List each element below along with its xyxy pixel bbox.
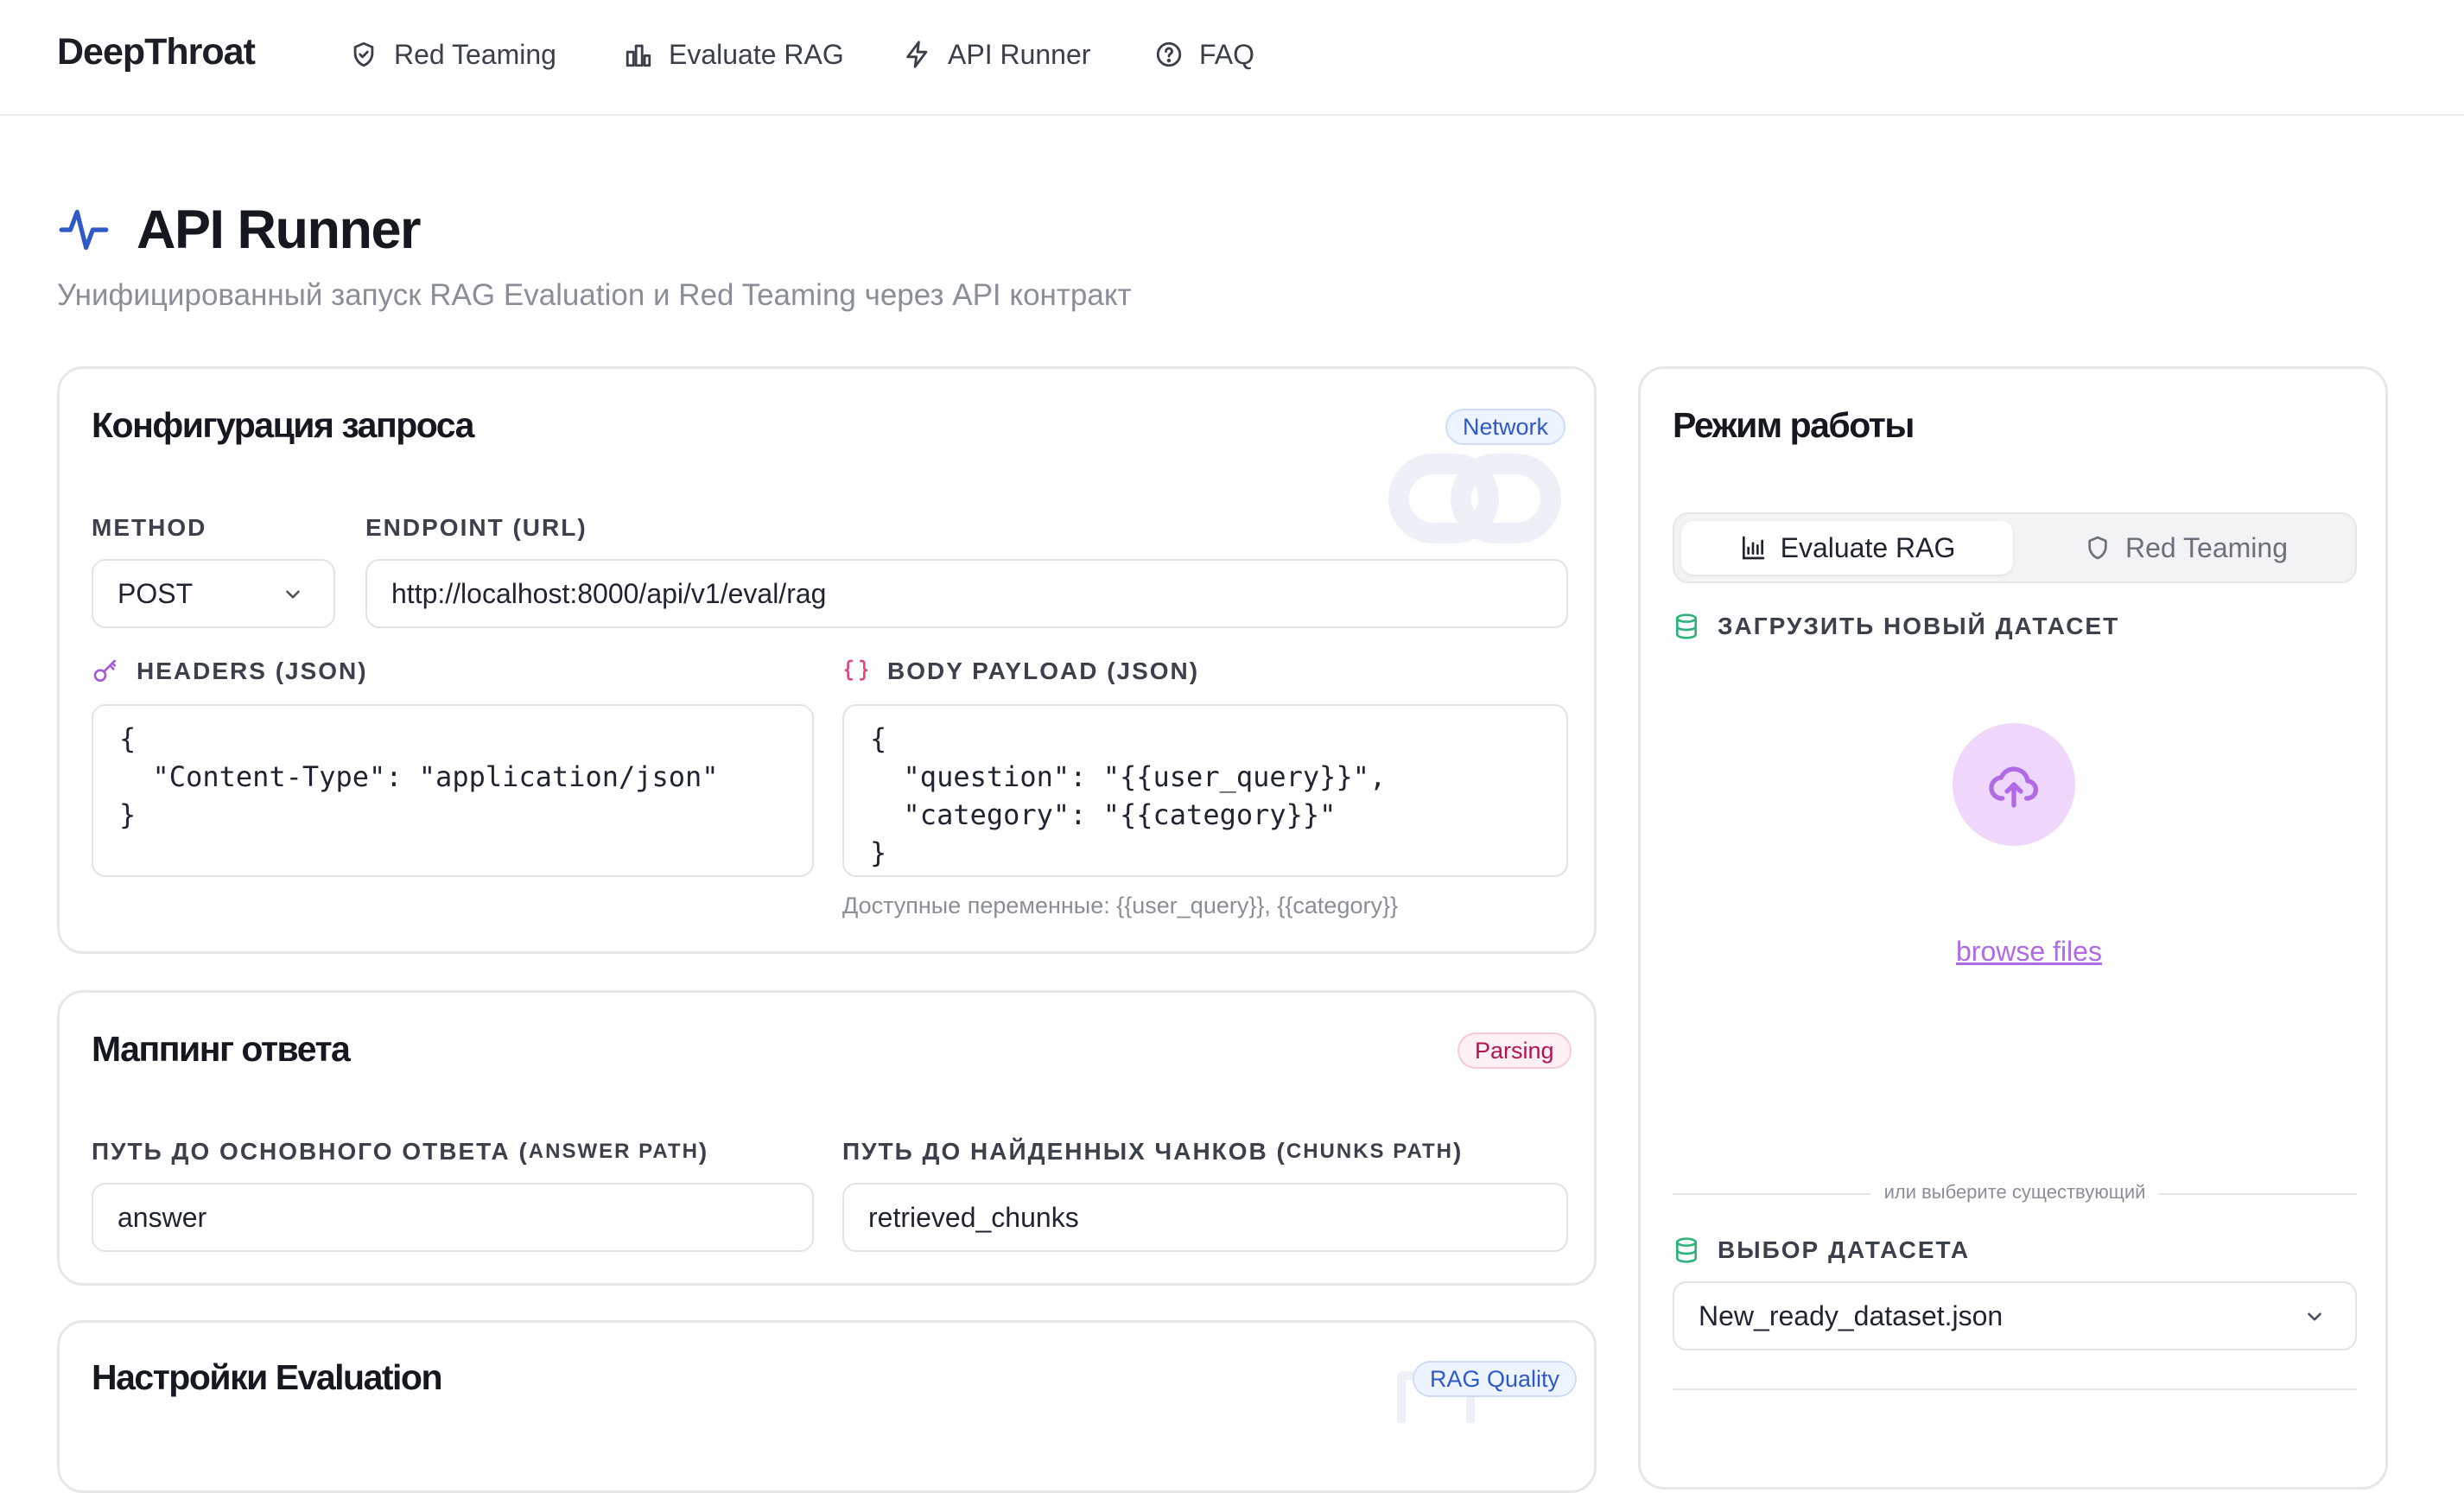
upload-label: ЗАГРУЗИТЬ НОВЫЙ ДАТАСЕТ	[1673, 613, 2119, 640]
help-circle-icon	[1156, 41, 1182, 67]
card-title: Режим работы	[1673, 405, 1915, 445]
endpoint-input[interactable]: http://localhost:8000/api/v1/eval/rag	[365, 559, 1568, 628]
request-config-card: Конфигурация запроса Network METHOD POST…	[57, 366, 1597, 954]
lightning-icon	[906, 41, 928, 68]
method-value: POST	[117, 577, 194, 609]
cloud-upload-icon	[1989, 766, 2038, 808]
answer-path-input[interactable]: answer	[92, 1183, 814, 1252]
braces-icon	[844, 659, 868, 681]
nav-label: API Runner	[948, 38, 1091, 70]
nav-faq[interactable]: FAQ	[1154, 35, 1254, 74]
page-heading: API Runner	[57, 195, 422, 264]
body-label: BODY PAYLOAD (JSON)	[842, 658, 1199, 685]
method-label: METHOD	[92, 514, 207, 541]
chevron-down-icon	[286, 590, 300, 599]
page-title: API Runner	[137, 200, 422, 260]
link-icon	[1388, 454, 1561, 543]
database-icon	[1676, 1237, 1697, 1263]
method-select[interactable]: POST	[92, 559, 335, 628]
section-divider	[1673, 1388, 2357, 1390]
dataset-select-value: New_ready_dataset.json	[1699, 1299, 2004, 1331]
chunks-path-value: retrieved_chunks	[868, 1201, 1079, 1233]
dataset-select[interactable]: New_ready_dataset.json	[1673, 1281, 2357, 1350]
chunks-path-input[interactable]: retrieved_chunks	[842, 1183, 1568, 1252]
activity-icon	[59, 209, 109, 251]
nav-label: Evaluate RAG	[669, 38, 844, 70]
tab-evaluate-rag[interactable]: Evaluate RAG	[1681, 521, 2013, 575]
shield-icon	[2088, 536, 2107, 560]
divider-text: или выберите существующий	[1870, 1181, 2160, 1203]
headers-label: HEADERS (JSON)	[92, 658, 368, 685]
tab-red-teaming[interactable]: Red Teaming	[2020, 521, 2352, 575]
card-title: Маппинг ответа	[92, 1029, 351, 1069]
headers-json-editor[interactable]: { "Content-Type": "application/json" }	[92, 704, 814, 877]
brand-logo[interactable]: DeepThroat	[57, 31, 256, 73]
nav-evaluate-rag[interactable]: Evaluate RAG	[624, 35, 844, 74]
card-title: Конфигурация запроса	[92, 405, 474, 445]
card-title: Настройки Evaluation	[92, 1357, 443, 1397]
shield-icon	[353, 41, 374, 67]
parsing-badge: Parsing	[1457, 1032, 1572, 1069]
nav-label: Red Teaming	[394, 38, 556, 70]
dataset-select-label: ВЫБОР ДАТАСЕТА	[1673, 1236, 1970, 1264]
page-subtitle: Унифицированный запуск RAG Evaluation и …	[57, 278, 1132, 312]
nav-red-teaming[interactable]: Red Teaming	[349, 35, 556, 74]
rag-quality-badge: RAG Quality	[1413, 1361, 1578, 1397]
eval-settings-card: Настройки Evaluation RAG Quality	[57, 1320, 1597, 1493]
mode-toggle: Evaluate RAG Red Teaming	[1673, 512, 2357, 583]
nav-label: FAQ	[1199, 38, 1255, 70]
database-icon	[1676, 613, 1697, 639]
browse-files-link[interactable]: browse files	[1956, 936, 2102, 968]
key-icon	[93, 659, 116, 682]
response-mapping-card: Маппинг ответа Parsing ПУТЬ ДО ОСНОВНОГО…	[57, 990, 1597, 1286]
answer-path-label: ПУТЬ ДО ОСНОВНОГО ОТВЕТА (ANSWER PATH)	[92, 1138, 709, 1165]
mode-card: Режим работы Evaluate RAG Red Teaming ЗА…	[1638, 366, 2388, 1490]
endpoint-value: http://localhost:8000/api/v1/eval/rag	[391, 577, 827, 609]
endpoint-label: ENDPOINT (URL)	[365, 514, 587, 541]
upload-dropzone-button[interactable]	[1953, 723, 2075, 846]
variables-hint: Доступные переменные: {{user_query}}, {{…	[842, 893, 1399, 918]
nav-api-runner[interactable]: API Runner	[903, 35, 1090, 74]
answer-path-value: answer	[117, 1201, 207, 1233]
or-divider: или выберите существующий	[1673, 1181, 2357, 1207]
bar-chart-icon	[1742, 536, 1764, 560]
body-json-editor[interactable]: { "question": "{{user_query}}", "categor…	[842, 704, 1568, 877]
bar-chart-icon	[626, 44, 651, 67]
chunks-path-label: ПУТЬ ДО НАЙДЕННЫХ ЧАНКОВ (CHUNKS PATH)	[842, 1138, 1464, 1165]
chevron-down-icon	[2308, 1312, 2321, 1321]
network-badge: Network	[1445, 409, 1566, 445]
top-navbar: DeepThroat Red Teaming Evaluate RAG API …	[0, 0, 2464, 116]
